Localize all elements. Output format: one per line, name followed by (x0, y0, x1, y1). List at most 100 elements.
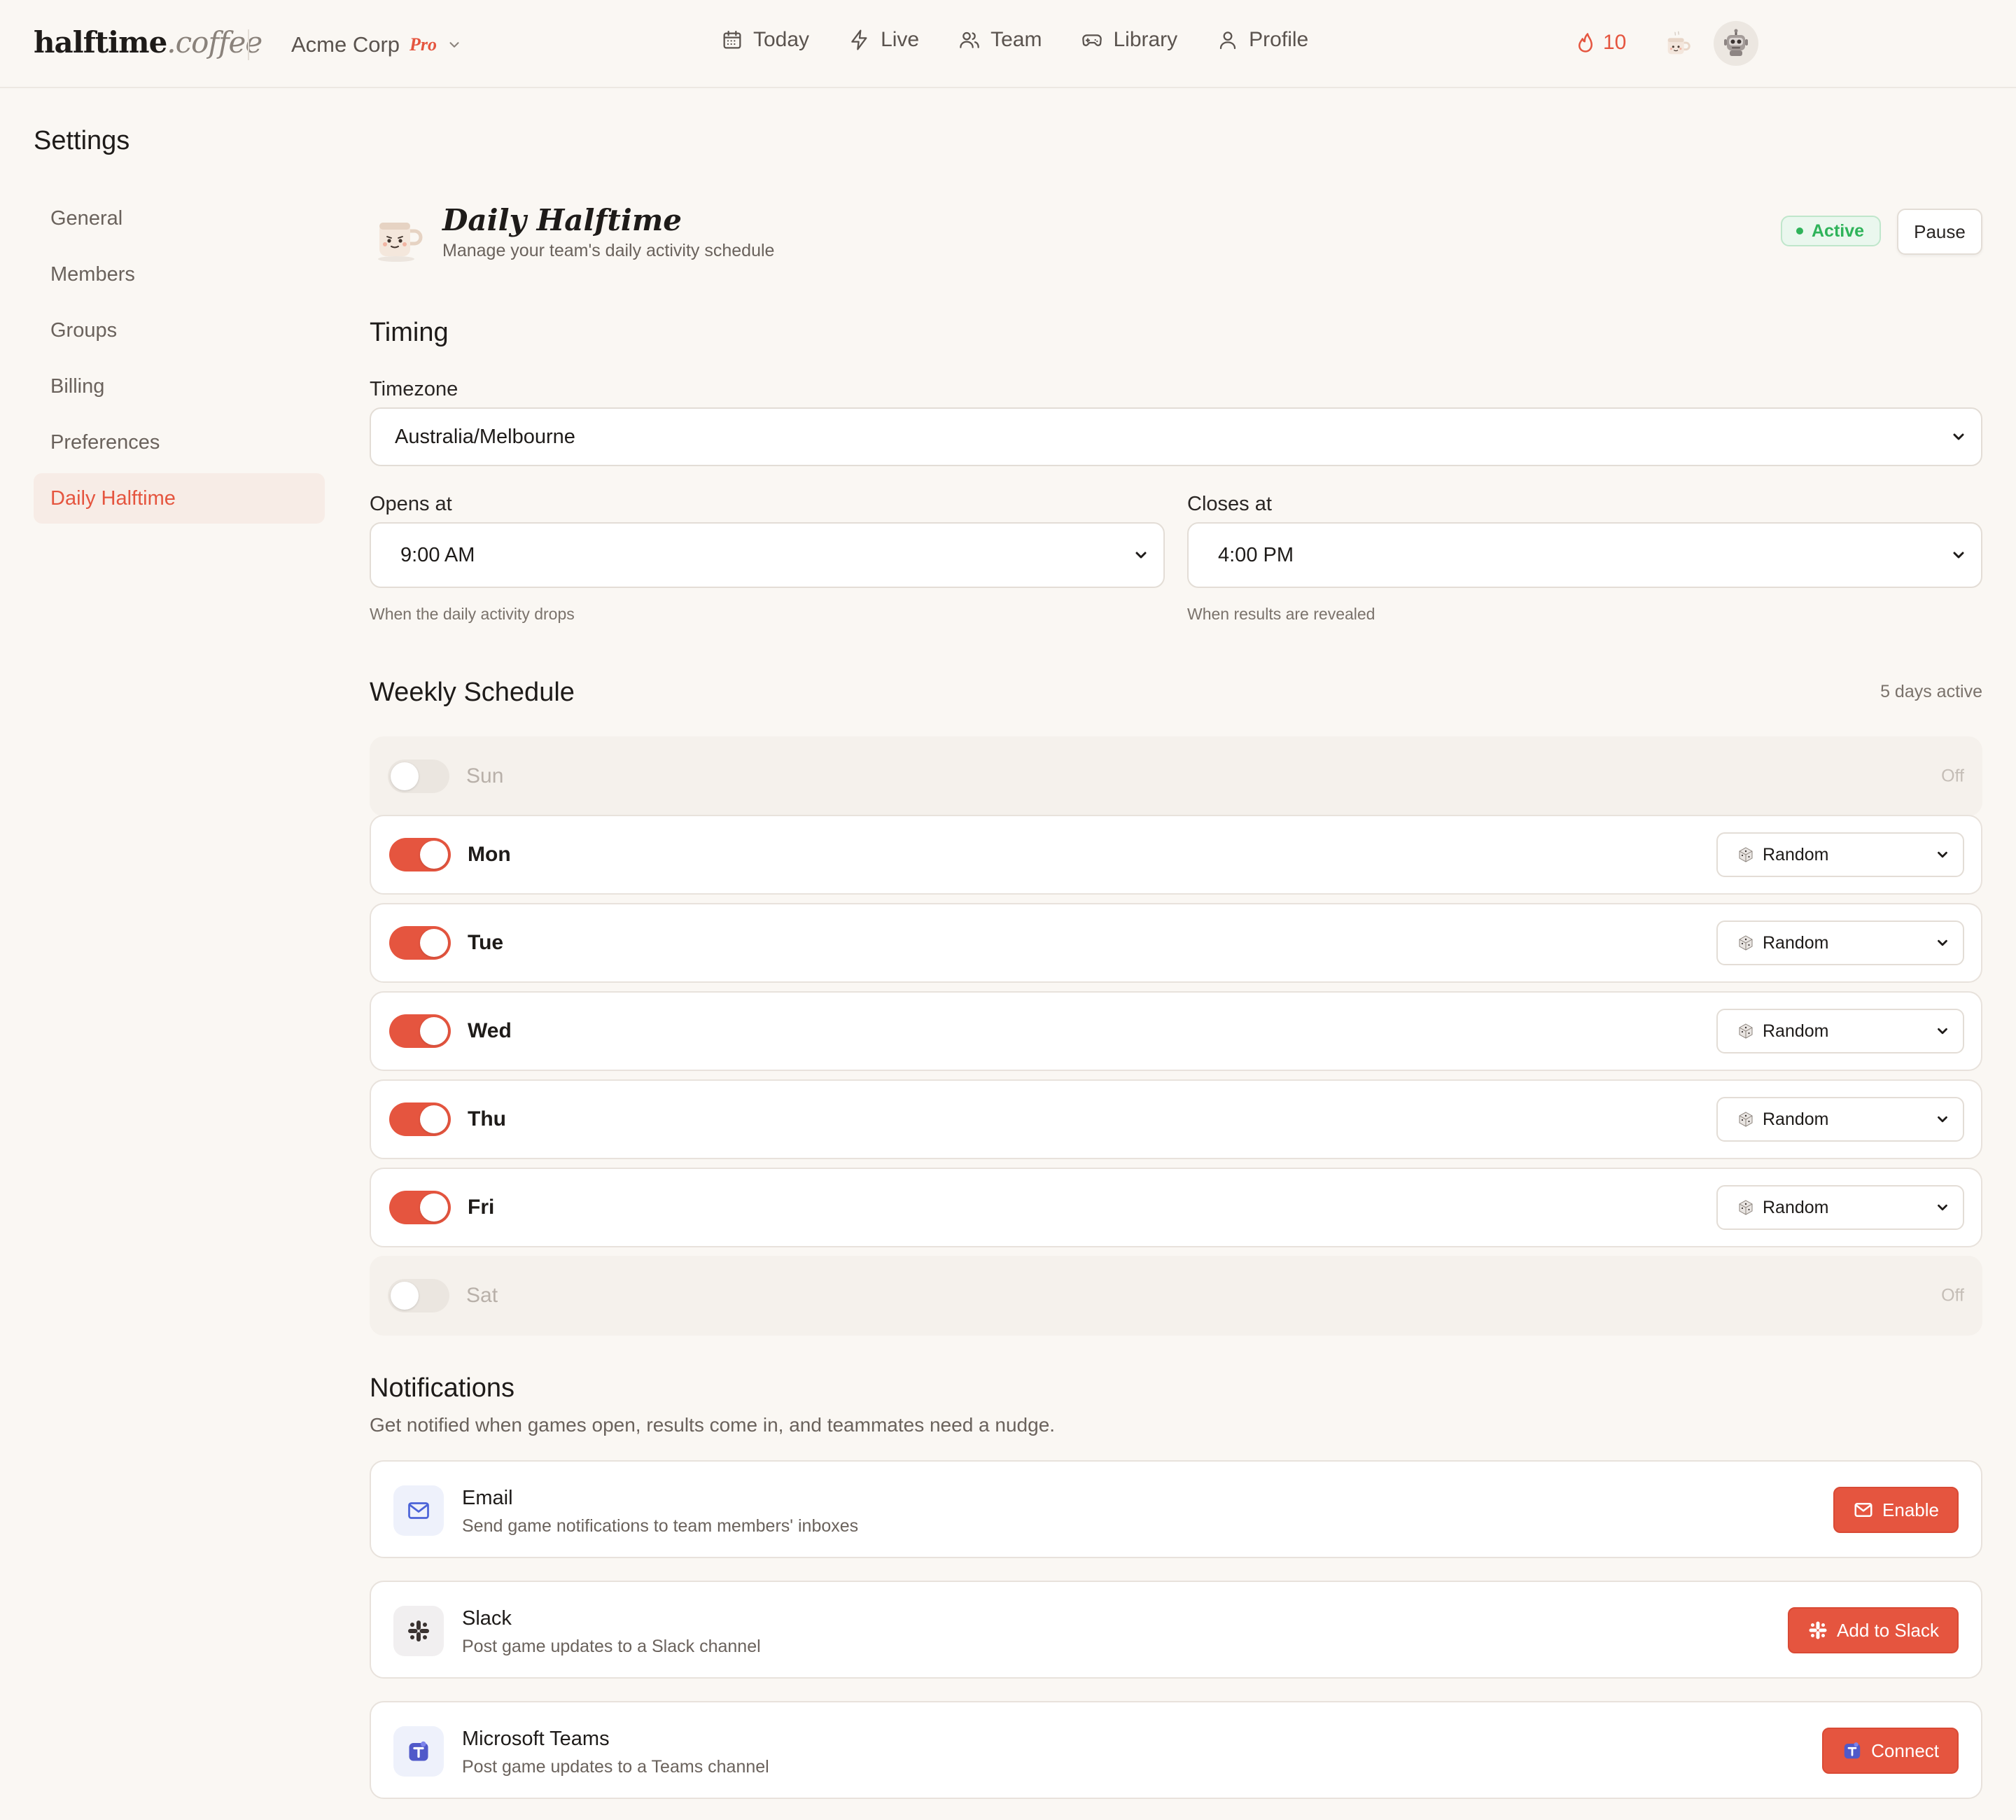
avatar[interactable] (1714, 21, 1758, 66)
dice-icon (1739, 935, 1753, 951)
closes-at-label: Closes at (1187, 493, 1272, 515)
closes-at-value: 4:00 PM (1218, 543, 1294, 566)
day-name: Sun (466, 764, 504, 788)
flame-icon (1578, 33, 1592, 52)
game-select-value: Random (1763, 1197, 1829, 1217)
day-row-fri: Fri Random (370, 1168, 1982, 1247)
button-label: Add to Slack (1837, 1619, 1939, 1641)
nav-live[interactable]: Live (848, 28, 919, 52)
button-label: Enable (1882, 1499, 1939, 1520)
notification-description: Post game updates to a Slack channel (462, 1637, 761, 1656)
day-toggle[interactable] (389, 1102, 451, 1136)
notification-card-email: Email Send game notifications to team me… (370, 1460, 1982, 1558)
button-label: Connect (1871, 1740, 1939, 1761)
main-nav: Today Live Team Library Profile (721, 28, 1308, 52)
toggle-knob (420, 1017, 448, 1045)
user-icon (1220, 31, 1236, 50)
chevron-down-icon (1938, 1028, 1947, 1035)
streak-counter[interactable]: 10 (1575, 31, 1626, 55)
chevron-down-icon (1953, 552, 1964, 559)
pause-button[interactable]: Pause (1897, 209, 1982, 255)
day-name: Wed (468, 1019, 512, 1042)
game-select[interactable]: Random (1716, 1009, 1964, 1054)
game-select[interactable]: Random (1716, 920, 1964, 965)
game-select[interactable]: Random (1716, 1097, 1964, 1142)
day-toggle[interactable] (389, 1014, 451, 1048)
bolt-icon (851, 29, 867, 50)
coffee-mug-icon[interactable] (1662, 28, 1694, 60)
nav-team[interactable]: Team (958, 28, 1042, 52)
game-select-value: Random (1763, 1109, 1829, 1129)
nav-library[interactable]: Library (1081, 28, 1177, 52)
timezone-value: Australia/Melbourne (395, 425, 575, 448)
day-toggle[interactable] (388, 760, 449, 793)
nav-label: Profile (1249, 28, 1309, 51)
nav-today[interactable]: Today (721, 28, 809, 52)
day-off-label: Off (1941, 766, 1964, 786)
top-bar: halftime.coffee Acme Corp Pro Today Live… (0, 0, 2016, 88)
plan-badge: Pro (410, 34, 438, 55)
toggle-knob (420, 1194, 448, 1222)
toggle-knob (391, 762, 419, 790)
status-label: Active (1812, 220, 1865, 241)
sidebar-item-groups[interactable]: Groups (34, 305, 325, 356)
notification-name: Microsoft Teams (462, 1728, 610, 1750)
toggle-knob (420, 841, 448, 869)
sidebar-item-members[interactable]: Members (34, 249, 325, 300)
slack-icon (408, 1620, 429, 1642)
nav-label: Library (1113, 28, 1178, 51)
game-select[interactable]: Random (1716, 1185, 1964, 1230)
calendar-icon (723, 30, 741, 49)
day-name: Mon (468, 843, 511, 866)
notification-icon (393, 1485, 444, 1536)
sidebar-item-billing[interactable]: Billing (34, 361, 325, 412)
dice-icon (1739, 1200, 1753, 1215)
opens-at-value: 9:00 AM (400, 543, 475, 566)
chevron-down-icon (1938, 1116, 1947, 1123)
sidebar-item-preferences[interactable]: Preferences (34, 417, 325, 468)
slack-icon (1809, 1621, 1827, 1639)
game-select[interactable]: Random (1716, 832, 1964, 877)
day-off-label: Off (1941, 1285, 1964, 1306)
notification-card-teams: Microsoft Teams Post game updates to a T… (370, 1701, 1982, 1799)
day-row-tue: Tue Random (370, 903, 1982, 983)
closes-at-help: When results are revealed (1187, 605, 1376, 623)
add-to-slack-button[interactable]: Add to Slack (1788, 1607, 1959, 1653)
nav-label: Live (881, 28, 920, 51)
day-name: Fri (468, 1196, 495, 1219)
chevron-down-icon (1135, 552, 1147, 559)
day-toggle[interactable] (389, 926, 451, 960)
brand-name: halftime (34, 25, 167, 59)
users-icon (960, 31, 979, 48)
timing-section-title: Timing (370, 318, 449, 347)
day-toggle[interactable] (389, 838, 451, 872)
chevron-down-icon (1938, 851, 1947, 858)
topbar-divider (248, 29, 249, 60)
sidebar-item-general[interactable]: General (34, 193, 325, 244)
enable-email-button[interactable]: Enable (1833, 1487, 1959, 1533)
nav-label: Today (753, 28, 810, 51)
day-name: Tue (468, 931, 504, 954)
toggle-knob (420, 929, 448, 957)
mail-icon (1854, 1503, 1872, 1517)
timezone-select[interactable]: Australia/Melbourne (370, 407, 1982, 466)
nav-profile[interactable]: Profile (1217, 28, 1308, 52)
connect-teams-button[interactable]: Connect (1822, 1728, 1959, 1774)
day-toggle[interactable] (389, 1191, 451, 1224)
chevron-down-icon (1938, 939, 1947, 946)
brand-logo[interactable]: halftime.coffee (34, 25, 262, 59)
gamepad-icon (1082, 34, 1102, 46)
teams-icon (409, 1741, 428, 1761)
chevron-down-icon (1938, 1204, 1947, 1211)
coffee-mug-icon (378, 223, 423, 262)
day-toggle[interactable] (388, 1279, 449, 1312)
org-switcher[interactable]: Acme Corp Pro (291, 32, 462, 57)
dice-icon (1739, 847, 1753, 862)
weekly-schedule-title: Weekly Schedule (370, 678, 575, 707)
closes-at-select[interactable]: 4:00 PM (1187, 522, 1982, 588)
opens-at-select[interactable]: 9:00 AM (370, 522, 1165, 588)
day-row-sun: Sun Off (370, 736, 1982, 816)
day-row-thu: Thu Random (370, 1079, 1982, 1159)
org-name: Acme Corp (291, 32, 400, 57)
sidebar-item-daily-halftime[interactable]: Daily Halftime (34, 473, 325, 524)
